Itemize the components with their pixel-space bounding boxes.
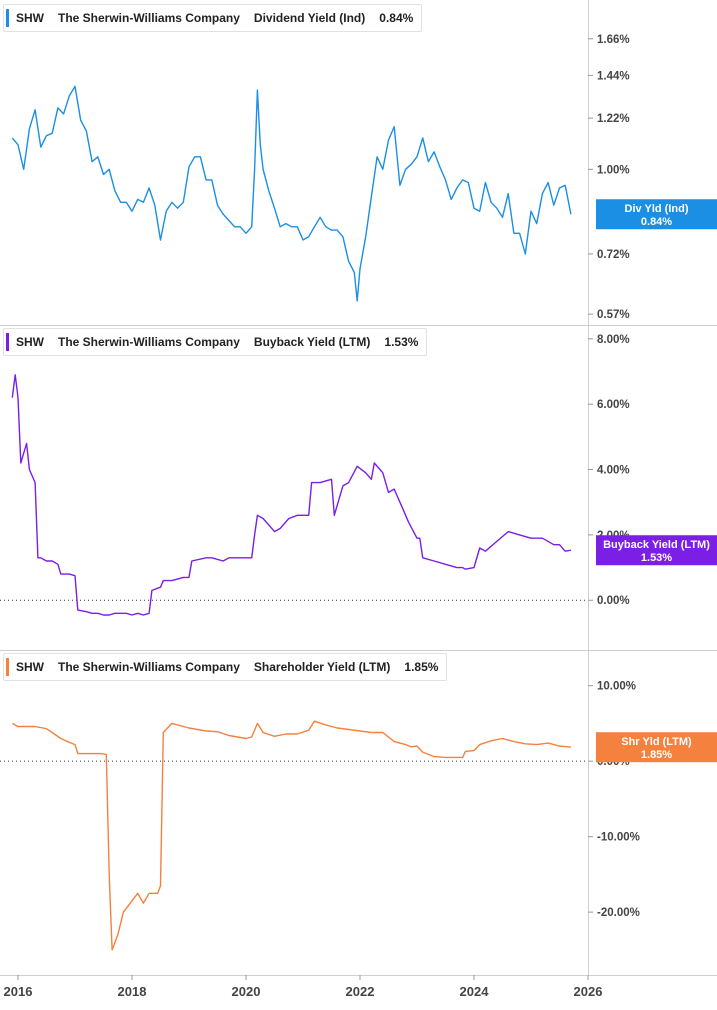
series-line [11,85,572,302]
legend-color-bar [6,333,9,351]
legend-company: The Sherwin-Williams Company [58,11,240,25]
legend-company: The Sherwin-Williams Company [58,335,240,349]
y-tick-label: 0.57% [597,309,630,321]
chart-svg: 2016 2018 2020 2022 2024 2026 1.66% 1.44% 1.22% 1… [0,0,717,999]
y-tick-label: 10.00% [597,681,636,693]
legend-metric: Shareholder Yield (LTM) [253,660,391,674]
y-tick-label: 0.00% [597,595,630,607]
y-tick-label: 1.22% [597,113,630,125]
y-tick-label: 1.00% [597,164,630,176]
legend-value: 1.85% [404,660,439,674]
current-value-label-name: Shr Yld (LTM) [621,736,692,748]
y-tick-label: -20.00% [597,907,640,919]
legend-ticker: SHW [16,660,44,674]
x-tick-label: 2022 [346,984,375,999]
current-value-label-value: 0.84% [641,216,672,228]
legend-ticker: SHW [16,335,44,349]
current-value-label-value: 1.53% [641,552,672,564]
x-tick-label: 2024 [460,984,490,999]
y-tick-label: -10.00% [597,832,640,844]
series-line [11,374,572,616]
legend-company: The Sherwin-Williams Company [58,660,240,674]
current-value-label-name: Div Yld (Ind) [625,203,689,215]
y-tick-label: 0.72% [597,249,630,261]
x-tick-label: 2018 [118,984,147,999]
x-tick-label: 2020 [232,984,261,999]
current-value-label-name: Buyback Yield (LTM) [603,539,710,551]
y-tick-label: 4.00% [597,465,630,477]
y-tick-label: 8.00% [597,334,630,346]
y-tick-label: 6.00% [597,399,630,411]
x-tick-label: 2016 [4,984,33,999]
legend-value: 1.53% [384,335,419,349]
y-tick-label: 1.44% [597,70,630,82]
legend-ticker: SHW [16,11,44,25]
chart-root: 2016 2018 2020 2022 2024 2026 1.66% 1.44% 1.22% 1… [0,0,717,1005]
legend-panel-dividend: SHW The Sherwin-Williams Company Dividen… [3,4,423,32]
legend-panel-shareholder: SHW The Sherwin-Williams Company Shareho… [3,653,448,681]
legend-color-bar [6,9,9,27]
legend-metric: Buyback Yield (LTM) [253,335,371,349]
legend-color-bar [6,658,9,676]
legend-value: 0.84% [379,11,414,25]
legend-metric: Dividend Yield (Ind) [253,11,366,25]
series-line [11,720,571,951]
current-value-label-value: 1.85% [641,749,672,761]
x-tick-label: 2026 [574,984,603,999]
y-tick-label: 1.66% [597,34,630,46]
legend-panel-buyback: SHW The Sherwin-Williams Company Buyback… [3,328,428,356]
